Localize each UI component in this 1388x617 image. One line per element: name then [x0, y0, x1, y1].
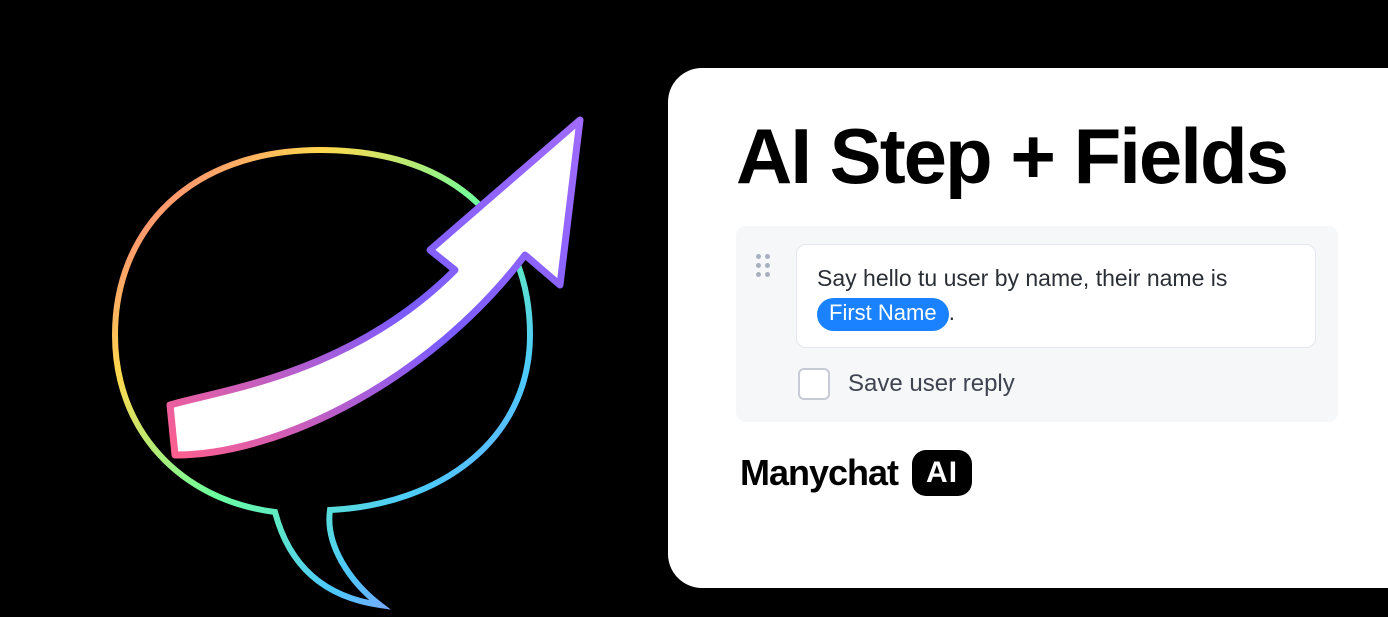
- field-chip-first-name[interactable]: First Name: [817, 298, 949, 331]
- save-reply-label: Save user reply: [848, 370, 1015, 398]
- brand-row: Manychat AI: [736, 450, 1338, 496]
- prompt-text-prefix: Say hello tu user by name, their name is: [817, 265, 1227, 291]
- prompt-text-suffix: .: [949, 299, 955, 325]
- feature-card: AI Step + Fields Say hello tu user by na…: [668, 68, 1388, 588]
- ai-step-panel: Say hello tu user by name, their name is…: [736, 226, 1338, 422]
- drag-handle-icon[interactable]: [756, 244, 778, 277]
- brand-logo-text: Manychat: [740, 452, 898, 494]
- card-title: AI Step + Fields: [736, 116, 1338, 198]
- promo-graphic: AI Step + Fields Say hello tu user by na…: [0, 0, 1388, 617]
- ai-badge: AI: [912, 450, 972, 496]
- prompt-input[interactable]: Say hello tu user by name, their name is…: [796, 244, 1316, 348]
- save-reply-checkbox[interactable]: [798, 368, 830, 400]
- speech-bubble-graphic: [60, 60, 620, 617]
